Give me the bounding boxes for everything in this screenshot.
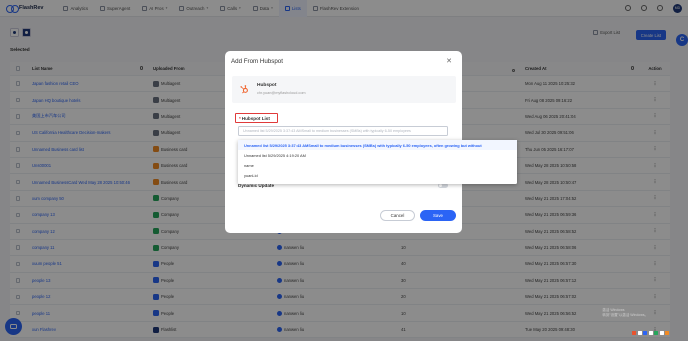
tray-app-icon[interactable] [654,331,658,335]
hubspot-account-email: chr.yuan@myflashcloud.com [257,91,306,95]
tray-app-icon[interactable] [637,331,642,335]
hubspot-list-select-value: Unnamed list 5/29/2025 3:37:43 AMSmall t… [243,129,411,133]
hubspot-list-select[interactable]: Unnamed list 5/29/2025 3:37:43 AMSmall t… [238,126,448,136]
close-icon[interactable]: ✕ [446,57,452,65]
tray-app-icon[interactable] [659,331,664,335]
tray-app-icon[interactable] [648,331,653,335]
dialog-title: Add From Hubspot [231,58,283,65]
hubspot-list-label-text: Hubspot List [241,115,270,121]
tray-app-icon[interactable] [632,331,636,335]
system-tray [632,331,669,335]
tray-app-icon[interactable] [643,331,647,335]
save-button[interactable]: Save [420,210,456,221]
windows-activation-watermark: 激活 Windows 转到"设置"以激活 Windows。 [602,308,648,317]
hubspot-account-name: Hubspot [257,83,277,88]
hubspot-list-dropdown: Unnamed list 5/29/2025 3:37:43 AMSmall t… [238,140,517,184]
cancel-button[interactable]: Cancel [380,210,415,221]
tray-app-icon[interactable] [665,331,669,335]
dropdown-option[interactable]: name [238,160,517,170]
dropdown-option[interactable]: yuanLid [238,170,517,180]
dropdown-option[interactable]: Unnamed list 5/29/2025 4:19:20 AM [238,150,517,160]
dropdown-options: Unnamed list 5/29/2025 3:37:43 AMSmall t… [238,140,517,180]
hubspot-logo-icon [240,85,248,94]
dropdown-option[interactable]: Unnamed list 5/29/2025 3:37:43 AMSmall t… [238,140,517,150]
hubspot-list-label: * Hubspot List [235,113,278,123]
hubspot-account-card: Hubspot chr.yuan@myflashcloud.com [232,76,456,103]
required-mark: * [239,115,241,121]
watermark-line-2: 转到"设置"以激活 Windows。 [602,312,648,317]
